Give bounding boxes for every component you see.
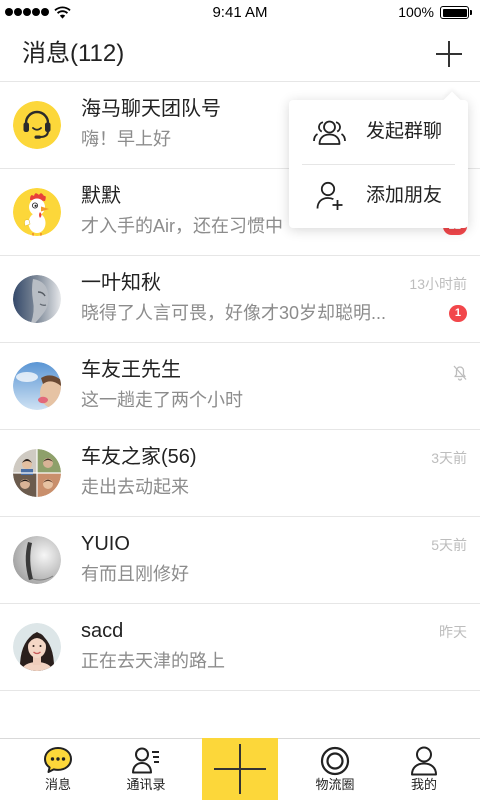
unread-badge: 1 <box>448 305 467 322</box>
conversation-row[interactable]: 车友王先生 这一趟走了两个小时 <box>0 343 480 430</box>
conversation-name: 海马聊天团队号 <box>81 98 221 120</box>
header: 消息(112) <box>0 25 480 82</box>
conversation-row[interactable]: YUIO 有而且刚修好 5天前 <box>0 517 480 604</box>
conversation-time: 13小时前 <box>409 276 467 292</box>
menu-item-add-friend[interactable]: 添加朋友 <box>289 164 468 228</box>
photo-avatar <box>13 536 61 584</box>
menu-item-label: 添加朋友 <box>366 185 443 206</box>
plus-icon <box>436 41 462 67</box>
conversation-name: 车友王先生 <box>81 359 181 381</box>
person-icon <box>410 746 438 776</box>
conversation-row[interactable]: 车友之家(56) 走出去动起来 3天前 <box>0 430 480 517</box>
conversation-time: 3天前 <box>431 450 467 466</box>
conversation-preview: 走出去动起来 <box>81 477 189 497</box>
conversation-preview: 才入手的Air，还在习惯中 <box>81 216 283 236</box>
conversation-name: YUIO <box>81 533 130 555</box>
tab-label: 我的 <box>410 777 437 792</box>
add-menu-button[interactable] <box>436 41 462 67</box>
page-title: 消息(112) <box>22 40 125 67</box>
conversation-preview: 晓得了人言可畏，好像才30岁却聪明... <box>81 303 387 323</box>
photo-avatar <box>13 362 61 410</box>
battery-icon <box>440 6 469 19</box>
group-collage-avatar <box>13 449 61 497</box>
group-chat-icon <box>313 119 346 146</box>
logistics-circle-icon <box>320 746 350 776</box>
chat-bubble-icon <box>43 746 73 774</box>
tab-label: 通讯录 <box>126 777 166 792</box>
menu-item-start-group-chat[interactable]: 发起群聊 <box>289 100 468 164</box>
conversation-preview: 正在去天津的路上 <box>81 651 225 671</box>
conversation-name: 车友之家(56) <box>81 446 197 468</box>
conversation-name: 默默 <box>81 185 121 207</box>
conversation-name: 一叶知秋 <box>81 272 161 294</box>
conversation-preview: 有而且刚修好 <box>81 564 189 584</box>
headset-avatar <box>13 101 61 149</box>
add-friend-icon <box>316 181 344 211</box>
conversation-time: 5天前 <box>431 537 467 553</box>
bell-muted-icon <box>452 364 468 381</box>
tab-bar: 消息 通讯录 物流圈 我的 <box>0 738 480 800</box>
contacts-icon <box>131 746 161 774</box>
tab-logistics-circle[interactable]: 物流圈 <box>295 739 375 800</box>
menu-item-label: 发起群聊 <box>366 121 443 142</box>
cartoon-rooster-avatar <box>13 188 61 236</box>
tab-messages[interactable]: 消息 <box>18 739 98 800</box>
plus-icon <box>214 744 266 794</box>
conversation-name: sacd <box>81 620 124 642</box>
battery-percent: 100% <box>398 4 434 20</box>
add-popup-menu: 发起群聊 添加朋友 <box>289 91 468 228</box>
tab-contacts[interactable]: 通讯录 <box>106 739 186 800</box>
status-bar: 9:41 AM 100% <box>0 0 480 25</box>
messages-screen: 9:41 AM 100% 消息(112) 海马聊天团队号 嗨！早上好 默默 才入… <box>0 0 480 800</box>
conversation-row[interactable]: sacd 正在去天津的路上 昨天 <box>0 604 480 691</box>
tab-me[interactable]: 我的 <box>384 739 464 800</box>
battery-nub <box>470 10 472 15</box>
photo-avatar <box>13 275 61 323</box>
photo-avatar <box>13 623 61 671</box>
conversation-preview: 嗨！早上好 <box>81 129 171 149</box>
conversation-row[interactable]: 一叶知秋 晓得了人言可畏，好像才30岁却聪明... 13小时前 1 <box>0 256 480 343</box>
tab-label: 物流圈 <box>315 777 355 792</box>
conversation-time: 昨天 <box>439 624 467 640</box>
tab-center-add-button[interactable] <box>202 738 278 800</box>
battery-fill <box>442 8 467 17</box>
tab-label: 消息 <box>44 777 71 792</box>
conversation-preview: 这一趟走了两个小时 <box>81 390 243 410</box>
